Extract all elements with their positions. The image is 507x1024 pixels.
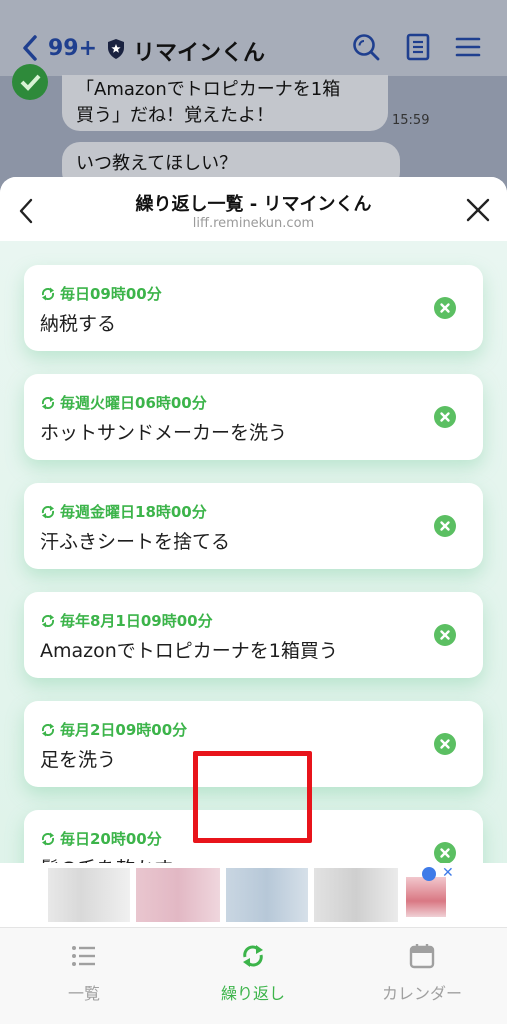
back-chevron-icon[interactable] — [22, 34, 38, 62]
delete-button[interactable] — [434, 733, 456, 755]
ad-image — [406, 877, 446, 917]
reminder-schedule-text: 毎週金曜日18時00分 — [60, 503, 207, 521]
tab-repeat[interactable]: 繰り返し — [203, 928, 303, 1024]
reminder-card[interactable]: 毎日09時00分納税する — [24, 265, 483, 351]
delete-button[interactable] — [434, 624, 456, 646]
reminder-schedule: 毎日09時00分 — [40, 283, 162, 304]
ad-info-icon[interactable] — [422, 867, 436, 881]
sheet-title: 繰り返し一覧 - リマインくん — [135, 194, 372, 215]
reminder-card[interactable]: 毎週金曜日18時00分汗ふきシートを捨てる — [24, 483, 483, 569]
ad-banner[interactable]: ✕ — [0, 863, 507, 927]
sheet-url: liff.reminekun.com — [192, 216, 315, 231]
chat-header: 99+ リマインくん — [0, 0, 507, 76]
reminder-schedule-text: 毎日20時00分 — [60, 830, 162, 848]
ad-image — [314, 868, 398, 922]
reminder-title: 髪の毛を乾かす — [40, 854, 173, 863]
delete-button[interactable] — [434, 515, 456, 537]
reminder-schedule: 毎月2日09時00分 — [40, 719, 187, 740]
reminder-schedule: 毎年8月1日09時00分 — [40, 610, 213, 631]
sheet-header: 繰り返し一覧 - リマインくん liff.reminekun.com — [0, 177, 507, 241]
repeat-icon — [243, 945, 263, 967]
reminder-card[interactable]: 毎年8月1日09時00分 Amazonでトロピカーナを1箱買う — [24, 592, 483, 678]
delete-button[interactable] — [434, 406, 456, 428]
chat-bubble: 「Amazonでトロピカーナを1箱 買う」だね！覚えたよ！ — [62, 75, 388, 131]
tab-list[interactable]: 一覧 — [34, 928, 134, 1024]
reminder-title: ホットサンドメーカーを洗う — [40, 422, 288, 444]
close-circle-icon — [440, 739, 450, 749]
liff-sheet: 繰り返し一覧 - リマインくん liff.reminekun.com 毎日09時… — [0, 177, 507, 1024]
repeat-icon — [41, 723, 55, 736]
repeat-icon — [41, 396, 55, 409]
repeat-icon — [41, 505, 55, 518]
close-circle-icon — [440, 848, 450, 858]
reminder-title: Amazonでトロピカーナを1箱買う — [40, 640, 338, 662]
ad-image — [226, 868, 308, 922]
repeat-icon — [41, 614, 55, 627]
shield-icon — [108, 39, 124, 59]
tab-bar: 一覧 繰り返し カレンダー — [0, 927, 507, 1024]
chat-name: リマインくん — [133, 41, 266, 66]
note-icon[interactable] — [403, 32, 433, 62]
tab-calendar-label: カレンダー — [381, 984, 462, 1003]
delete-button[interactable] — [434, 297, 456, 319]
close-icon[interactable] — [465, 197, 491, 223]
repeat-icon — [41, 287, 55, 300]
tab-list-label: 一覧 — [67, 984, 100, 1003]
message-text: いつ教えてほしい？ — [76, 153, 238, 174]
unread-count[interactable]: 99+ — [48, 36, 97, 61]
repeat-icon — [41, 832, 55, 845]
close-circle-icon — [440, 412, 450, 422]
reminder-title: 足を洗う — [40, 749, 117, 771]
reminder-schedule-text: 毎日09時00分 — [60, 285, 162, 303]
tab-repeat-label: 繰り返し — [220, 984, 285, 1003]
message-time: 15:59 — [392, 113, 430, 128]
reminder-schedule-text: 毎月2日09時00分 — [60, 721, 188, 739]
close-circle-icon — [440, 303, 450, 313]
reminder-schedule-text: 毎週火曜日06時00分 — [60, 394, 207, 412]
search-icon[interactable] — [351, 32, 381, 62]
reminder-title: 納税する — [40, 313, 117, 335]
reminder-card[interactable]: 毎週火曜日06時00分ホットサンドメーカーを洗う — [24, 374, 483, 460]
close-circle-icon — [440, 521, 450, 531]
reminder-title: 汗ふきシートを捨てる — [40, 531, 231, 553]
reminder-schedule-text: 毎年8月1日09時00分 — [60, 612, 213, 630]
reminder-schedule: 毎週金曜日18時00分 — [40, 501, 207, 522]
reminder-schedule: 毎日20時00分 — [40, 828, 162, 849]
ad-image — [48, 868, 130, 922]
ad-image — [136, 868, 220, 922]
delete-button[interactable] — [434, 842, 456, 863]
calendar-icon — [409, 944, 435, 969]
close-circle-icon — [440, 630, 450, 640]
bot-avatar[interactable] — [12, 64, 48, 100]
menu-icon[interactable] — [453, 32, 483, 62]
reminder-schedule: 毎週火曜日06時00分 — [40, 392, 207, 413]
list-icon — [72, 946, 95, 966]
tab-calendar[interactable]: カレンダー — [362, 928, 482, 1024]
highlight-annotation — [193, 751, 312, 843]
ad-close-icon[interactable]: ✕ — [442, 865, 454, 881]
message-text: 「Amazonでトロピカーナを1箱 買う」だね！覚えたよ！ — [76, 79, 341, 126]
